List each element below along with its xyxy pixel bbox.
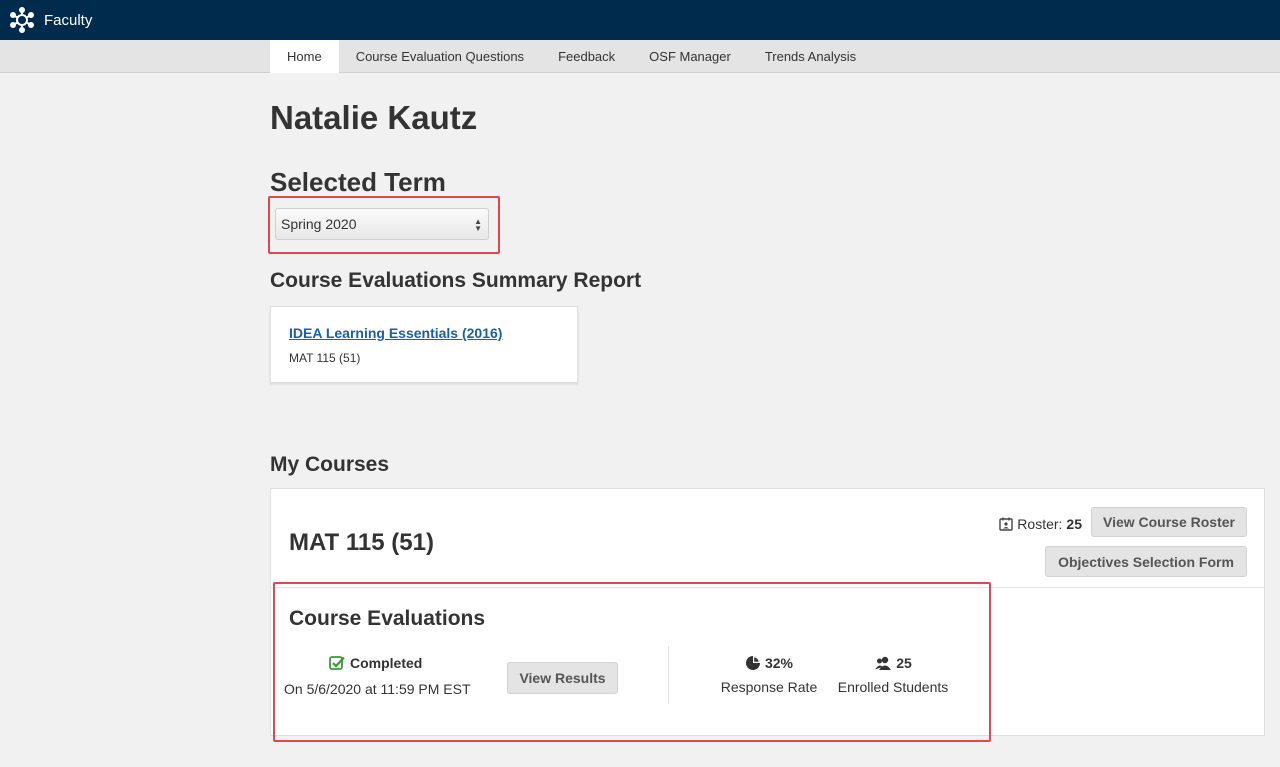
- tab-trends-analysis[interactable]: Trends Analysis: [748, 40, 873, 73]
- my-courses-heading: My Courses: [270, 453, 390, 476]
- term-select[interactable]: Spring 2020 ▲ ▼: [275, 208, 489, 240]
- select-arrows-icon: ▲ ▼: [474, 217, 482, 233]
- summary-report-card: IDEA Learning Essentials (2016) MAT 115 …: [270, 306, 578, 383]
- network-hub-icon[interactable]: [7, 5, 37, 35]
- tab-home[interactable]: Home: [270, 40, 339, 73]
- top-bar: Faculty: [0, 0, 1280, 40]
- tab-feedback[interactable]: Feedback: [541, 40, 632, 73]
- roster-label: Roster:: [1017, 516, 1063, 532]
- course-title: MAT 115 (51): [289, 529, 434, 556]
- summary-report-heading: Course Evaluations Summary Report: [270, 269, 642, 292]
- roster-count: 25: [1066, 516, 1082, 532]
- objectives-selection-form-button[interactable]: Objectives Selection Form: [1045, 546, 1247, 577]
- term-select-value: Spring 2020: [281, 216, 357, 232]
- page-title: Natalie Kautz: [270, 99, 478, 136]
- tab-osf-manager[interactable]: OSF Manager: [632, 40, 748, 73]
- roster-icon: [999, 517, 1013, 531]
- nav-tabs: Home Course Evaluation Questions Feedbac…: [270, 40, 873, 73]
- app-name: Faculty: [44, 11, 93, 29]
- view-course-roster-button[interactable]: View Course Roster: [1091, 507, 1247, 537]
- selected-term-heading: Selected Term: [270, 167, 446, 197]
- summary-course-label: MAT 115 (51): [289, 351, 361, 365]
- evaluation-highlight-box: [273, 582, 991, 742]
- tab-course-evaluation-questions[interactable]: Course Evaluation Questions: [339, 40, 541, 73]
- roster-info: Roster: 25: [999, 516, 1082, 532]
- nav-bar: Home Course Evaluation Questions Feedbac…: [0, 40, 1280, 73]
- summary-report-link[interactable]: IDEA Learning Essentials (2016): [289, 325, 502, 341]
